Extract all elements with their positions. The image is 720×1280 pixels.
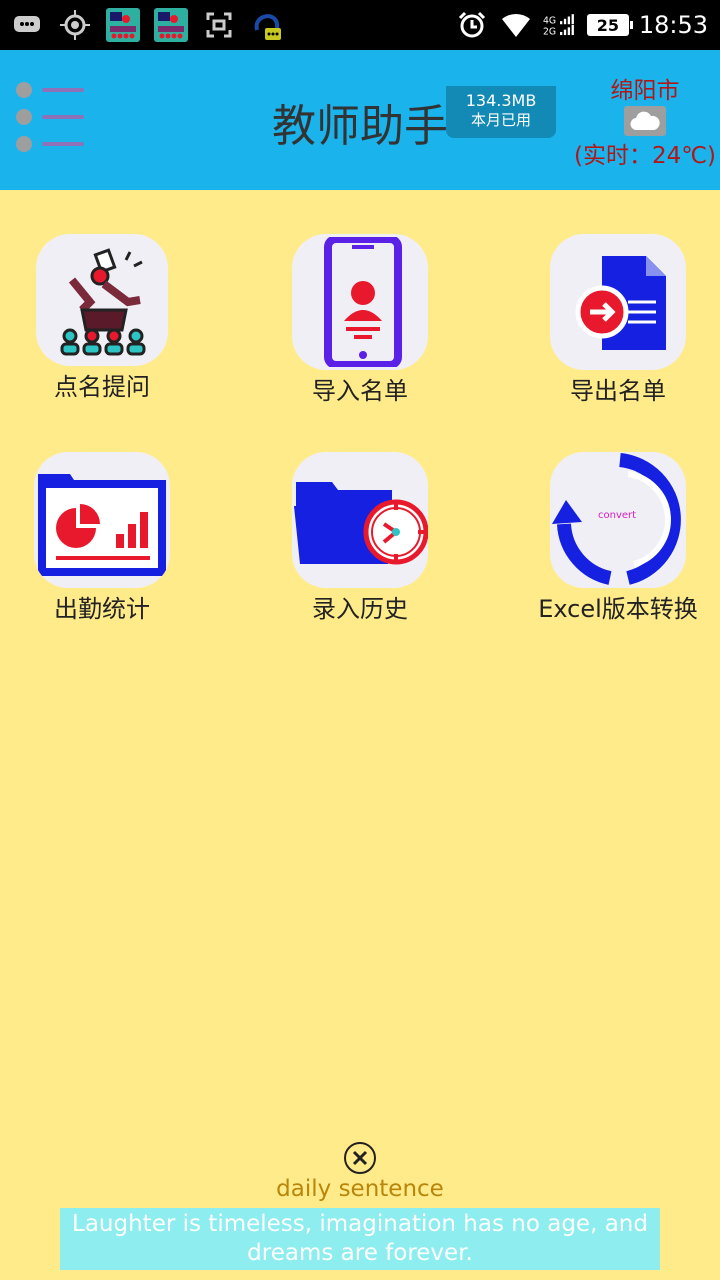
- tile-label: 导入名单: [312, 377, 408, 405]
- roll-call-icon: [36, 234, 168, 366]
- tile-import-list[interactable]: 导入名单: [250, 234, 470, 406]
- svg-text:2G: 2G: [543, 26, 556, 37]
- folder-clock-icon: [292, 452, 428, 588]
- tile-label: Excel版本转换: [538, 595, 698, 623]
- daily-sentence-title: daily sentence: [276, 1176, 444, 1202]
- app-header: 134.3MB 本月已用 教师助手 绵阳市 (实时：24℃): [0, 50, 720, 190]
- app-thumb-icon: [154, 8, 188, 42]
- tile-label: 点名提问: [54, 373, 150, 401]
- status-system: 4G 2G 25 18:53: [455, 6, 708, 44]
- wifi-icon: [499, 8, 533, 42]
- close-daily-button[interactable]: [344, 1142, 376, 1174]
- weather-widget[interactable]: 绵阳市 (实时：24℃): [570, 76, 720, 174]
- attendance-chart-icon: [34, 452, 170, 588]
- chat-bot-icon: [250, 8, 284, 42]
- tile-label: 导出名单: [570, 377, 666, 405]
- convert-icon-text: convert: [598, 510, 636, 521]
- app-thumb-icon: [106, 8, 140, 42]
- weather-temperature: (实时：24℃): [573, 143, 717, 169]
- daily-sentence-text: Laughter is timeless, imagination has no…: [60, 1208, 660, 1270]
- svg-text:4G: 4G: [543, 15, 556, 26]
- status-notifications: [10, 6, 284, 44]
- alarm-icon: [455, 8, 489, 42]
- phone-contact-icon: [292, 234, 428, 370]
- tile-label: 出勤统计: [54, 595, 150, 623]
- signal-4g-icon: 4G 2G: [543, 8, 577, 42]
- tile-export-list[interactable]: 导出名单: [508, 234, 720, 406]
- weather-city: 绵阳市: [610, 78, 680, 104]
- status-time: 18:53: [638, 11, 708, 39]
- tile-label: 录入历史: [312, 595, 408, 623]
- tile-attendance-stats[interactable]: 出勤统计: [0, 452, 212, 624]
- status-bar: 4G 2G 25 18:53: [0, 0, 720, 50]
- message-icon: [10, 8, 44, 42]
- tile-roll-call[interactable]: 点名提问: [0, 234, 212, 402]
- screenshot-icon: [202, 8, 236, 42]
- export-document-icon: [550, 234, 686, 370]
- convert-icon: convert: [550, 452, 686, 588]
- close-circle-icon: [352, 1150, 368, 1166]
- tile-excel-convert[interactable]: convert Excel版本转换: [508, 452, 720, 624]
- battery-indicator: 25: [586, 14, 633, 36]
- tile-entry-history[interactable]: 录入历史: [250, 452, 470, 624]
- cloud-icon: [624, 106, 666, 136]
- location-icon: [58, 8, 92, 42]
